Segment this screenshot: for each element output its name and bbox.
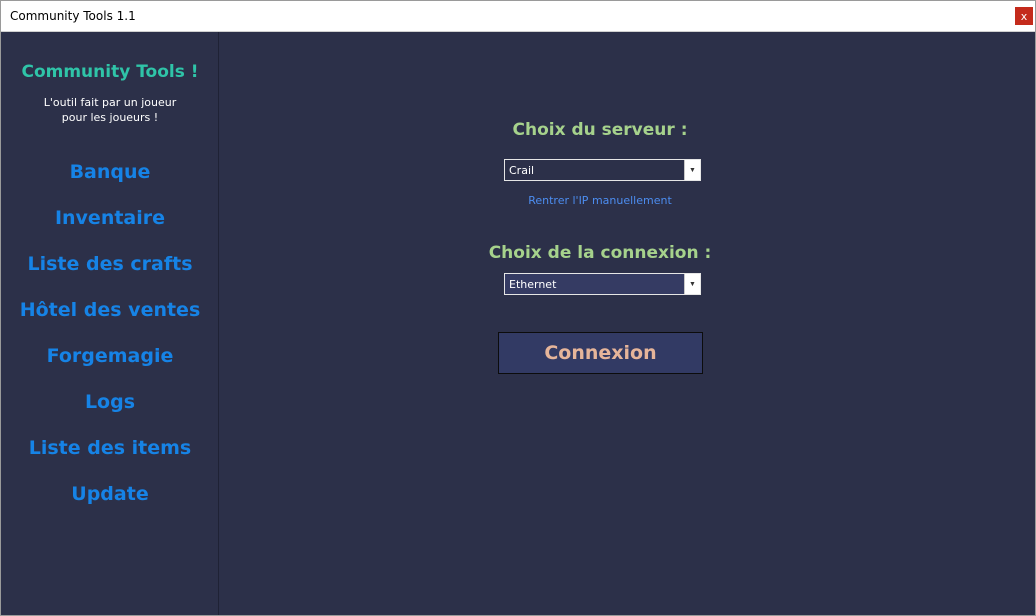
manual-ip-link[interactable]: Rentrer l'IP manuellement: [500, 194, 700, 207]
nav-item-update[interactable]: Update: [1, 483, 219, 505]
nav-item-inventaire[interactable]: Inventaire: [1, 207, 219, 229]
connection-label: Choix de la connexion :: [488, 243, 712, 263]
nav-item-logs[interactable]: Logs: [1, 391, 219, 413]
server-select[interactable]: Crail ▼: [504, 159, 701, 181]
subtitle-line-1: L'outil fait par un joueur: [43, 96, 177, 109]
nav-item-forgemagie[interactable]: Forgemagie: [1, 345, 219, 367]
server-select-value: Crail: [509, 164, 535, 177]
connection-select[interactable]: Ethernet ▼: [504, 273, 701, 295]
connection-select-value: Ethernet: [509, 278, 557, 291]
sidebar: Community Tools ! L'outil fait par un jo…: [1, 32, 219, 615]
title-bar[interactable]: Community Tools 1.1 x: [1, 1, 1035, 32]
chevron-down-icon[interactable]: ▼: [684, 274, 700, 294]
nav-item-liste-des-crafts[interactable]: Liste des crafts: [1, 253, 219, 275]
close-button[interactable]: x: [1015, 7, 1033, 25]
subtitle-line-2: pour les joueurs !: [61, 111, 159, 124]
app-title: Community Tools !: [21, 62, 199, 82]
nav-item-banque[interactable]: Banque: [1, 161, 219, 183]
app-window: Community Tools 1.1 x Community Tools ! …: [0, 0, 1036, 616]
nav-item-liste-des-items[interactable]: Liste des items: [1, 437, 219, 459]
nav-item-hotel-des-ventes[interactable]: Hôtel des ventes: [1, 299, 219, 321]
window-title: Community Tools 1.1: [10, 9, 136, 23]
server-label: Choix du serveur :: [512, 120, 688, 140]
app-subtitle: L'outil fait par un joueur pour les joue…: [1, 95, 219, 125]
main-panel: Choix du serveur : Crail ▼ Rentrer l'IP …: [220, 32, 1035, 615]
connect-button[interactable]: Connexion: [498, 332, 703, 374]
chevron-down-icon[interactable]: ▼: [684, 160, 700, 180]
